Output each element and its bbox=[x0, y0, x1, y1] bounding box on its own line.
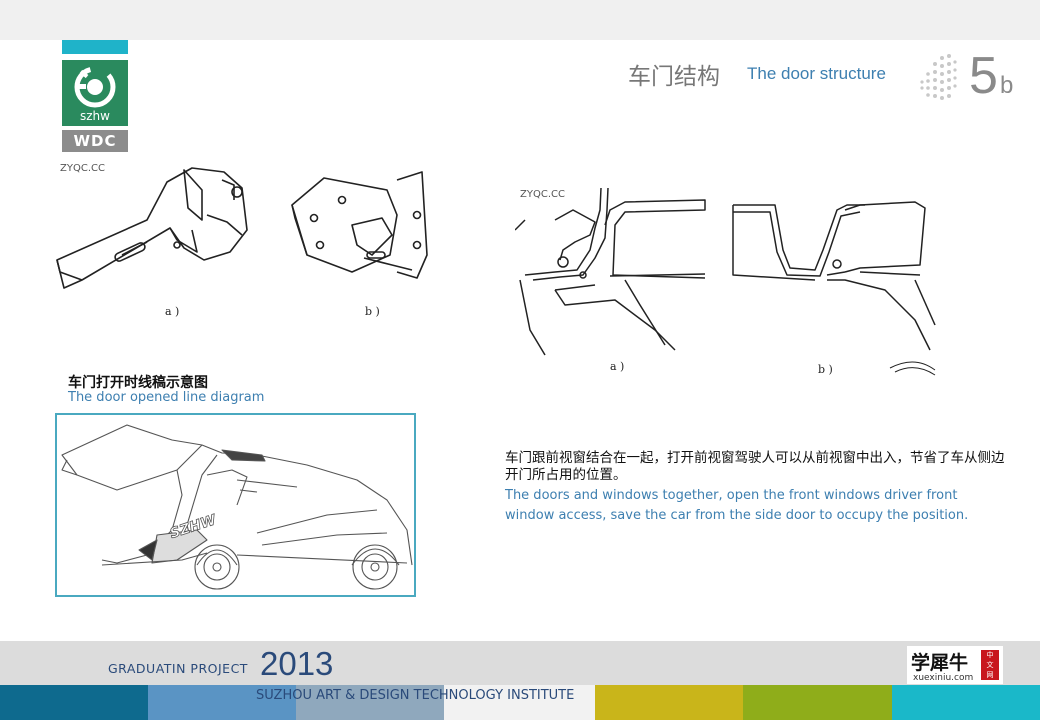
car-diagram-title-cn: 车门打开时线稿示意图 bbox=[68, 375, 208, 391]
stripe-7 bbox=[892, 685, 1040, 720]
stripe-6 bbox=[743, 685, 892, 720]
section-label-a: a ) bbox=[610, 360, 624, 373]
footer-year: 2013 bbox=[260, 645, 334, 682]
xuexiniu-logo-text: 学犀牛 bbox=[911, 652, 969, 674]
xuexiniu-logo-url: xuexiniu.com bbox=[913, 673, 974, 683]
logo-emblem-icon: szhw bbox=[74, 66, 116, 123]
logo-subtext-box: WDC bbox=[62, 130, 128, 152]
hinge-diagram: a ) b ) bbox=[56, 167, 428, 318]
decorative-dots-icon bbox=[920, 54, 957, 100]
description-en: The doors and windows together, open the… bbox=[505, 488, 969, 523]
page-number: 5 bbox=[969, 47, 998, 105]
logo-emblem: szhw bbox=[62, 60, 128, 126]
car-sketch: SZHW bbox=[61, 424, 413, 590]
footer-project-label: GRADUATIN PROJECT bbox=[108, 661, 248, 676]
xuexiniu-logo: 学犀牛 xuexiniu.com 中文网 bbox=[907, 646, 1003, 684]
logo-subtext: WDC bbox=[73, 132, 117, 150]
top-band bbox=[0, 0, 1040, 40]
page-number-suffix: b bbox=[1000, 72, 1014, 99]
car-line-drawing: SZHW bbox=[55, 413, 416, 597]
section-diagram: a ) b ) bbox=[515, 187, 936, 376]
page-title-cn: 车门结构 bbox=[628, 64, 720, 90]
stripe-1 bbox=[0, 685, 148, 720]
hinge-label-b: b ) bbox=[365, 305, 380, 318]
description-cn: 车门跟前视窗结合在一起，打开前视窗驾驶人可以从前视窗中出入，节省了车从侧边开门所… bbox=[505, 450, 1005, 483]
section-label-b: b ) bbox=[818, 363, 833, 376]
school-logo: szhw WDC bbox=[62, 40, 128, 155]
car-diagram-title-en: The door opened line diagram bbox=[68, 390, 265, 405]
logo-text: szhw bbox=[80, 109, 110, 123]
stripe-5 bbox=[595, 685, 743, 720]
logo-accent-bar bbox=[62, 40, 128, 54]
footer-institute: SUZHOU ART & DESIGN TECHNOLOGY INSTITUTE bbox=[256, 688, 575, 703]
hinge-label-a: a ) bbox=[165, 305, 179, 318]
xuexiniu-logo-tag: 中文网 bbox=[981, 650, 999, 680]
page-title-en: The door structure bbox=[747, 64, 886, 83]
